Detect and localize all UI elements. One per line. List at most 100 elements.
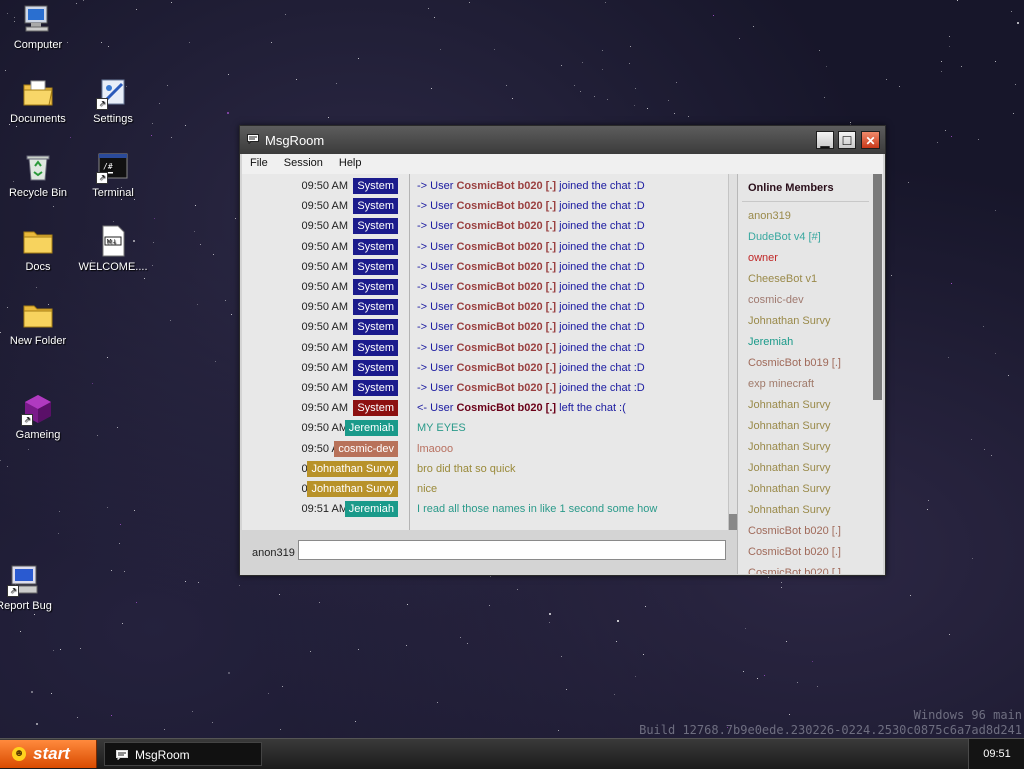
window-titlebar[interactable]: MsgRoom ▁ ☐ ✕	[240, 126, 885, 154]
message-row: 09:50 AM System -> User CosmicBot b020 [.]…	[242, 216, 728, 236]
desktop-icon-report-bug[interactable]: ↗ Report Bug	[0, 563, 62, 612]
system-suffix: joined the chat :D	[556, 281, 645, 293]
message-text: MY EYES	[417, 422, 466, 435]
desktop-icon-terminal[interactable]: /# ↗ Terminal	[75, 150, 151, 199]
member-item[interactable]: Johnathan Survy	[748, 315, 831, 327]
desktop-icon-welcome[interactable]: M↓ WELCOME....	[75, 224, 151, 273]
maximize-icon: ☐	[841, 134, 853, 148]
member-item[interactable]: DudeBot v4 [#]	[748, 231, 821, 243]
message-author-tag[interactable]: System	[353, 339, 398, 356]
message-row: 09:50 AM System -> User CosmicBot b020 [.]…	[242, 176, 728, 196]
taskbar-item-label: MsgRoom	[135, 748, 190, 762]
message-time: 09:50 AM	[301, 301, 348, 314]
menu-help[interactable]: Help	[331, 154, 370, 169]
message-author-tag[interactable]: System	[353, 178, 398, 194]
system-suffix: joined the chat :D	[556, 200, 645, 213]
member-item[interactable]: Johnathan Survy	[748, 441, 831, 453]
message-author-tag[interactable]: System	[353, 258, 398, 275]
member-item[interactable]: CheeseBot v1	[748, 273, 817, 285]
message-author-tag[interactable]: System	[353, 198, 398, 215]
system-username: CosmicBot b020 [.]	[456, 180, 557, 192]
system-prefix: -> User	[417, 200, 457, 213]
member-item[interactable]: anon319	[748, 210, 791, 222]
start-button[interactable]: ☻ start	[0, 740, 97, 768]
member-item[interactable]: Johnathan Survy	[748, 483, 831, 495]
message-row: 09:50 AM System -> User CosmicBot b020 [.]…	[242, 358, 728, 378]
member-item[interactable]: Johnathan Survy	[748, 399, 831, 411]
chat-icon	[247, 134, 259, 144]
members-scrollbar-thumb[interactable]	[873, 174, 882, 400]
system-prefix: -> User	[417, 341, 457, 354]
member-item[interactable]: exp minecraft	[748, 378, 814, 390]
message-author-tag[interactable]: cosmic-dev	[334, 440, 398, 457]
menu-file[interactable]: File	[242, 154, 276, 169]
desktop-icon-recycle-bin[interactable]: Recycle Bin	[0, 150, 76, 199]
desktop-icon-gameing[interactable]: ↗ Gameing	[0, 392, 76, 441]
message-time: 09:50 AM	[301, 240, 348, 253]
members-scrollbar[interactable]	[872, 174, 883, 574]
member-item[interactable]: cosmic-dev	[748, 294, 804, 306]
watermark-line1: Windows 96 main	[913, 708, 1022, 722]
message-text: -> User CosmicBot b020 [.] joined the ch…	[417, 301, 645, 313]
message-row: 09:50 AM System <- User CosmicBot b020 [.]…	[242, 398, 728, 418]
online-members-header: Online Members	[748, 182, 834, 194]
member-item[interactable]: CosmicBot b019 [.]	[748, 357, 841, 369]
message-author-tag[interactable]: System	[353, 238, 398, 255]
message-author-tag[interactable]: System	[353, 400, 398, 417]
member-item[interactable]: CosmicBot b020 [.]	[748, 567, 841, 574]
message-author-tag[interactable]: System	[353, 218, 398, 235]
chat-message-input[interactable]	[298, 540, 726, 560]
message-author-tag[interactable]: System	[353, 319, 398, 336]
message-list[interactable]: 09:50 AM System -> User CosmicBot b020 [.]…	[242, 174, 728, 530]
message-author-tag[interactable]: System	[353, 359, 398, 376]
system-username: CosmicBot b020 [.]	[456, 240, 557, 253]
member-item[interactable]: CosmicBot b020 [.]	[748, 525, 841, 537]
menu-session[interactable]: Session	[276, 154, 331, 169]
message-time: 09:50 AM	[301, 321, 348, 334]
minimize-button[interactable]: ▁	[816, 131, 834, 149]
system-suffix: joined the chat :D	[556, 240, 645, 253]
desktop-icon-computer[interactable]: Computer	[0, 2, 76, 51]
maximize-button[interactable]: ☐	[838, 131, 856, 149]
message-time: 09:50 AM	[301, 260, 348, 273]
desktop-icon-label: WELCOME....	[78, 261, 148, 273]
message-author-tag[interactable]: Johnathan Survy	[307, 460, 398, 477]
report-bug-icon: ↗	[7, 563, 41, 597]
message-scrollbar[interactable]	[728, 174, 737, 530]
member-item[interactable]: CosmicBot b020 [.]	[748, 546, 841, 558]
message-author-tag[interactable]: Johnathan Survy	[307, 481, 398, 497]
svg-text:/#: /#	[103, 162, 113, 171]
message-author-tag[interactable]: System	[353, 279, 398, 295]
message-author-tag[interactable]: Jeremiah	[344, 501, 398, 518]
message-author-tag[interactable]: System	[353, 380, 398, 396]
message-time: 09:51 AM	[301, 503, 348, 516]
member-item[interactable]: Johnathan Survy	[748, 462, 831, 474]
member-item[interactable]: Johnathan Survy	[748, 420, 831, 432]
taskbar-item-msgroom[interactable]: MsgRoom	[104, 742, 262, 766]
taskbar-clock[interactable]: 09:51	[968, 739, 1024, 769]
system-suffix: joined the chat :D	[556, 260, 645, 273]
desktop-icon-new-folder[interactable]: New Folder	[0, 298, 76, 347]
menu-bar: File Session Help	[242, 154, 883, 174]
desktop-icon-label: Computer	[13, 39, 63, 51]
close-button[interactable]: ✕	[861, 131, 880, 149]
online-members-panel: Online Members anon319 DudeBot v4 [#] owne…	[737, 174, 873, 574]
desktop-icon-docs[interactable]: Docs	[0, 224, 76, 273]
folder-icon	[21, 224, 55, 258]
message-row: 09:50 AM System -> User CosmicBot b020 [.]…	[242, 317, 728, 337]
message-author-tag[interactable]: Jeremiah	[344, 420, 398, 437]
message-author-tag[interactable]: System	[353, 299, 398, 316]
message-row: 09:50 AMJohnathan Survybro did that so q…	[242, 459, 728, 479]
taskbar: ☻ start MsgRoom 09:51	[0, 738, 1024, 769]
message-time: 09:50 AM	[301, 402, 348, 415]
shortcut-arrow-icon: ↗	[96, 98, 108, 110]
member-item[interactable]: Johnathan Survy	[748, 504, 831, 516]
system-prefix: -> User	[417, 301, 457, 314]
desktop-icon-settings[interactable]: ↗ Settings	[75, 76, 151, 125]
desktop-icon-documents[interactable]: Documents	[0, 76, 76, 125]
member-item[interactable]: owner	[748, 252, 778, 264]
message-scrollbar-thumb[interactable]	[729, 514, 737, 530]
current-username: anon319	[252, 547, 295, 559]
shortcut-arrow-icon: ↗	[7, 585, 19, 597]
member-item[interactable]: Jeremiah	[748, 336, 793, 348]
